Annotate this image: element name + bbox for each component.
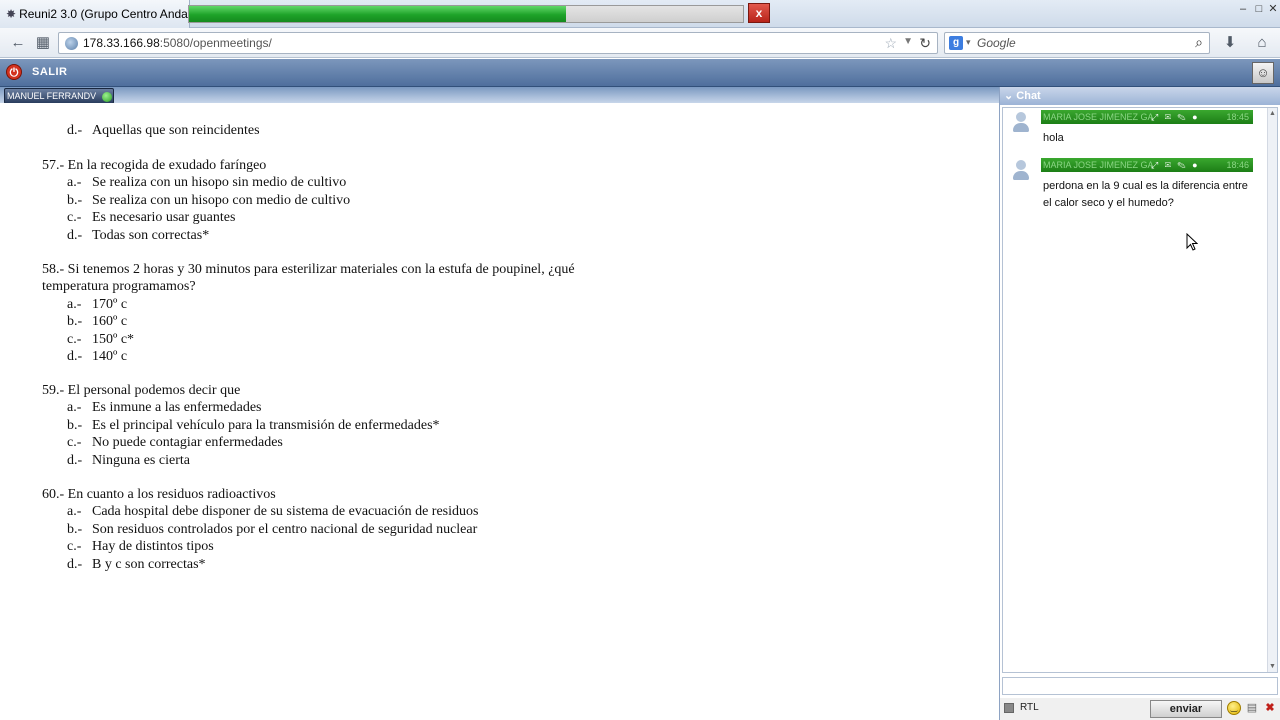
question-title-continued: temperatura programamos? [42,279,196,295]
question-title: 58.- Si tenemos 2 horas y 30 minutos par… [42,262,575,277]
question-58: 58.- Si tenemos 2 horas y 30 minutos par… [42,261,575,365]
chat-panel: ⌄ Chat MARIA JOSE JIMENEZ GA ⤢ ✉ ✎ ● 18:… [999,87,1280,720]
engine-dropdown-icon[interactable]: ▾ [966,37,971,48]
reload-icon[interactable]: ↻ [919,35,931,52]
answer-option: b.- Es el principal vehículo para la tran… [67,417,440,433]
app-favicon-icon: ✸ [6,7,17,21]
chat-input[interactable] [1002,677,1278,695]
home-icon[interactable]: ⌂ [1252,34,1272,52]
answer-option: b.- Son residuos controlados por el centr… [67,521,478,537]
message-user: MARIA JOSE JIMENEZ GA [1043,160,1154,170]
logout-label: SALIR [32,66,68,78]
question-title: 57.- En la recogida de exudado faríngeo [42,158,267,173]
chat-header[interactable]: ⌄ Chat [1000,87,1280,105]
answer-option: d.- Todas son correctas* [67,227,210,243]
answer-option: d.- Ninguna es cierta [67,452,190,468]
profile-icon[interactable]: ☺ [1252,62,1274,84]
rtl-checkbox[interactable] [1004,703,1014,713]
site-globe-icon [65,37,78,50]
message-time: 18:45 [1226,112,1249,122]
question-60: 60.- En cuanto a los residuos radioactiv… [42,486,478,573]
answer-option: b.- Se realiza con un hisopo con medio de… [67,192,351,208]
send-button[interactable]: enviar [1150,700,1222,718]
navigation-bar: ← ▦ 178.33.166.98:5080/openmeetings/ ☆ ▼… [0,28,1280,58]
message-user: MARIA JOSE JIMENEZ GA [1043,112,1154,122]
answer-option: c.- 150º c* [67,331,135,347]
moderator-badge[interactable]: MANUEL FERRANDV [4,88,114,104]
address-text: 178.33.166.98:5080/openmeetings/ [83,36,272,50]
loading-progress-fill [189,6,566,22]
clear-chat-icon[interactable]: ✖ [1264,702,1276,714]
search-bar[interactable]: g ▾ Google ⌕ [944,32,1210,54]
minimize-icon[interactable]: – [1236,2,1250,16]
search-icon[interactable]: ⌕ [1195,34,1203,51]
chat-controls: RTL enviar ‿ ▤ ✖ [1000,698,1280,720]
window-titlebar: ✸ Reuni2 3.0 (Grupo Centro Andaluz x – □… [0,0,1280,28]
message-tools-icon[interactable]: ⤢ ✉ ✎ ● [1151,110,1200,124]
scroll-down-icon[interactable]: ▼ [1269,663,1276,670]
question-57: 57.- En la recogida de exudado faríngeo … [42,157,350,244]
answer-option: d.- B y c son correctas* [67,556,206,572]
message-text: perdona en la 9 cual es la diferencia en… [1043,180,1248,209]
back-arrow-icon[interactable]: ← [8,34,28,52]
chat-scrollbar[interactable]: ▲ ▼ [1267,108,1277,672]
answer-option: c.- No puede contagiar enfermedades [67,435,283,451]
dropdown-arrow-icon[interactable]: ▼ [903,36,913,47]
cut-off-line [80,107,390,116]
message-header: MARIA JOSE JIMENEZ GA ⤢ ✉ ✎ ● 18:46 [1041,158,1253,172]
rtl-label: RTL [1020,702,1039,713]
message-text: hola [1043,132,1064,144]
emoticon-icon[interactable]: ‿ [1227,701,1241,715]
answer-option: a.- Es inmune a las enfermedades [67,400,262,416]
chat-title: Chat [1016,90,1041,102]
bookmarks-icon[interactable]: ▦ [33,34,53,52]
status-dot-icon [101,91,112,102]
mouse-cursor-icon [1186,233,1198,251]
shared-document: d.- Aquellas que son reincidentes 57.- En… [0,103,998,720]
question-title: 59.- El personal podemos decir que [42,383,241,398]
message-time: 18:46 [1226,160,1249,170]
answer-option: c.- Es necesario usar guantes [67,210,236,226]
logout-button[interactable]: ⏻ SALIR [6,64,68,80]
download-icon[interactable]: ⬇ [1220,34,1240,52]
question-title: 60.- En cuanto a los residuos radioactiv… [42,487,276,502]
whiteboard-header-strip [0,87,1000,103]
search-input[interactable]: Google [977,36,1016,50]
moderator-name: MANUEL FERRANDV [7,91,97,101]
close-window-button[interactable]: x [748,3,770,23]
close-icon[interactable]: ✕ [1266,2,1280,16]
user-avatar-icon [1013,112,1029,132]
answer-option: a.- Se realiza con un hisopo sin medio de… [67,175,347,191]
answer-option: b.- 160º c [67,314,128,330]
partial-option: d.- Aquellas que son reincidentes [67,123,260,138]
message-header: MARIA JOSE JIMENEZ GA ⤢ ✉ ✎ ● 18:45 [1041,110,1253,124]
answer-option: d.- 140º c [67,349,128,365]
collapse-chevron-icon[interactable]: ⌄ [1004,90,1013,102]
bookmark-star-icon[interactable]: ☆ [884,35,897,52]
user-avatar-icon [1013,160,1029,180]
answer-option: a.- Cada hospital debe disponer de su sis… [67,504,479,520]
search-engine-icon[interactable]: g [949,36,963,50]
answer-option: c.- Hay de distintos tipos [67,539,214,555]
address-bar[interactable]: 178.33.166.98:5080/openmeetings/ ☆ ▼ ↻ [58,32,938,54]
save-chat-icon[interactable]: ▤ [1246,702,1258,714]
answer-option: a.- 170º c [67,296,128,312]
app-toolbar: ⏻ SALIR ☺ [0,59,1280,87]
scroll-up-icon[interactable]: ▲ [1269,110,1276,117]
browser-tab[interactable]: ✸ Reuni2 3.0 (Grupo Centro Andaluz [0,0,190,28]
question-59: 59.- El personal podemos decir que a.- Es… [42,382,440,469]
message-tools-icon[interactable]: ⤢ ✉ ✎ ● [1151,158,1200,172]
tab-title: Reuni2 3.0 (Grupo Centro Andaluz [19,7,190,21]
power-icon: ⏻ [6,64,22,80]
maximize-icon[interactable]: □ [1252,2,1266,16]
loading-progress-bar [188,5,744,23]
chat-messages[interactable]: MARIA JOSE JIMENEZ GA ⤢ ✉ ✎ ● 18:45 hola… [1002,107,1278,673]
